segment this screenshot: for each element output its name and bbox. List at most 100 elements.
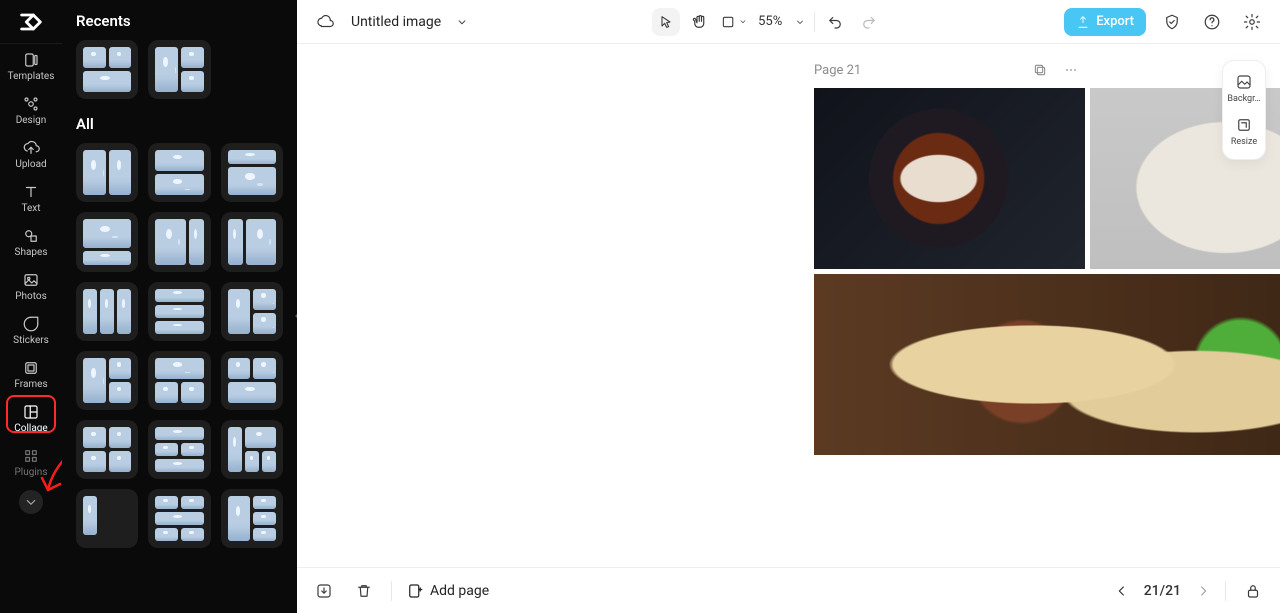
canvas-viewport[interactable]: Page 21 Backgr… Resize <box>297 44 1280 567</box>
plugins-icon <box>22 447 40 465</box>
zoom-dropdown[interactable] <box>792 8 808 36</box>
rail-stickers[interactable]: Stickers <box>0 308 62 352</box>
chevron-down-icon <box>22 493 40 511</box>
rail-photos[interactable]: Photos <box>0 264 62 308</box>
floating-tools: Backgr… Resize <box>1222 60 1266 160</box>
rail-more-button[interactable] <box>19 490 43 514</box>
collage-thumb[interactable] <box>148 282 210 341</box>
collage-thumb[interactable] <box>148 143 210 202</box>
rail-label: Stickers <box>13 336 49 346</box>
app-logo[interactable] <box>0 0 62 44</box>
undo-button[interactable] <box>821 8 849 36</box>
cursor-icon <box>658 13 674 31</box>
download-icon <box>315 582 333 600</box>
collage-thumb[interactable] <box>148 212 210 271</box>
collage-thumb[interactable] <box>221 143 283 202</box>
collage-thumb[interactable] <box>221 489 283 548</box>
rail-shapes[interactable]: Shapes <box>0 220 62 264</box>
collage-thumb[interactable] <box>148 489 210 548</box>
rail-label: Shapes <box>15 248 48 258</box>
canvas-tools: 55% <box>652 8 883 36</box>
rail-text[interactable]: Text <box>0 176 62 220</box>
page-label: Page 21 <box>814 63 861 78</box>
resize-icon <box>1235 116 1253 134</box>
chevron-down-icon <box>455 15 469 29</box>
background-tool[interactable]: Backgr… <box>1222 67 1266 110</box>
upload-icon <box>22 139 40 157</box>
add-page-icon <box>406 582 424 600</box>
rail-frames[interactable]: Frames <box>0 352 62 396</box>
collage-thumb[interactable] <box>221 351 283 410</box>
help-button[interactable] <box>1198 8 1226 36</box>
collage-thumb[interactable] <box>76 489 138 548</box>
frames-icon <box>22 359 40 377</box>
crop-tool[interactable] <box>720 8 748 36</box>
redo-button[interactable] <box>855 8 883 36</box>
collage-thumb[interactable] <box>221 282 283 341</box>
rail-plugins[interactable]: Plugins <box>0 440 62 484</box>
add-page-label: Add page <box>430 583 489 599</box>
collage-thumb[interactable] <box>148 40 210 99</box>
shield-button[interactable] <box>1158 8 1186 36</box>
more-icon[interactable] <box>1062 62 1080 78</box>
collage-thumb[interactable] <box>76 282 138 341</box>
export-button[interactable]: Export <box>1064 8 1146 36</box>
left-rail: Templates Design Upload Text Shapes Phot… <box>0 0 62 613</box>
rail-templates[interactable]: Templates <box>0 44 62 88</box>
canvas-artboard[interactable] <box>814 88 1280 455</box>
lock-button[interactable] <box>1240 578 1266 604</box>
collage-thumb[interactable] <box>221 420 283 479</box>
rail-collage[interactable]: Collage <box>0 396 62 440</box>
document-title[interactable]: Untitled image <box>351 14 441 30</box>
hand-tool[interactable] <box>686 8 714 36</box>
recents-grid <box>76 40 283 99</box>
rail-label: Collage <box>14 424 47 434</box>
duplicate-page-icon[interactable] <box>1032 62 1048 78</box>
design-icon <box>22 95 40 113</box>
zoom-level[interactable]: 55% <box>754 14 786 29</box>
rail-label: Text <box>21 204 40 214</box>
redo-icon <box>860 13 878 31</box>
settings-button[interactable] <box>1238 8 1266 36</box>
download-button[interactable] <box>311 578 337 604</box>
collage-thumb[interactable] <box>76 351 138 410</box>
collage-thumb[interactable] <box>76 420 138 479</box>
chevron-down-icon <box>738 16 748 27</box>
prev-page-button[interactable] <box>1114 583 1130 599</box>
rail-design[interactable]: Design <box>0 88 62 132</box>
collage-thumb[interactable] <box>76 212 138 271</box>
collage-thumb[interactable] <box>221 212 283 271</box>
panel-recents-title: Recents <box>76 12 283 30</box>
add-page-button[interactable]: Add page <box>406 582 489 600</box>
divider <box>814 12 815 32</box>
lock-icon <box>1244 582 1262 600</box>
next-page-button <box>1195 583 1211 599</box>
collage-thumb[interactable] <box>148 351 210 410</box>
panel-collapse-handle[interactable] <box>290 294 297 338</box>
collage-thumb[interactable] <box>148 420 210 479</box>
collage-panel: Recents All <box>62 0 297 613</box>
delete-button[interactable] <box>351 578 377 604</box>
collage-icon <box>22 403 40 421</box>
rail-upload[interactable]: Upload <box>0 132 62 176</box>
title-dropdown[interactable] <box>453 8 471 36</box>
resize-tool[interactable]: Resize <box>1222 110 1266 153</box>
collage-thumb[interactable] <box>76 40 138 99</box>
templates-icon <box>22 51 40 69</box>
collage-slot-3[interactable] <box>814 274 1280 455</box>
stickers-icon <box>22 315 40 333</box>
rail-label: Frames <box>14 380 47 390</box>
cloud-sync-button[interactable] <box>311 8 339 36</box>
shield-check-icon <box>1163 13 1181 31</box>
hand-icon <box>691 13 709 31</box>
panel-all-title: All <box>76 115 283 133</box>
all-grid <box>76 143 283 548</box>
background-icon <box>1235 73 1253 91</box>
text-icon <box>22 183 40 201</box>
select-tool[interactable] <box>652 8 680 36</box>
divider <box>391 581 392 601</box>
collage-thumb[interactable] <box>76 143 138 202</box>
page-header: Page 21 <box>814 62 1080 78</box>
bottom-bar: Add page 21/21 <box>297 567 1280 613</box>
collage-slot-1[interactable] <box>814 88 1085 269</box>
